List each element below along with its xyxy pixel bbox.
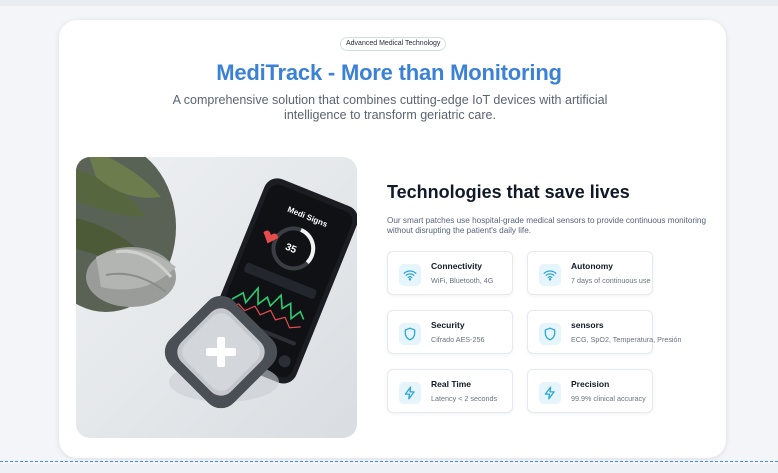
shield-icon [399, 323, 421, 345]
feature-subtitle: Latency < 2 seconds [431, 394, 498, 403]
feature-card-connectivity: Connectivity WiFi, Bluetooth, 4G [387, 251, 513, 295]
lightning-icon [539, 382, 561, 404]
page-title: MediTrack - More than Monitoring [216, 60, 562, 85]
feature-title: Precision [571, 379, 610, 389]
feature-card-autonomy: Autonomy 7 days of continuous use [527, 251, 653, 295]
feature-title: sensors [571, 320, 604, 330]
bottom-bar [0, 464, 778, 473]
technologies-title: Technologies that save lives [387, 182, 630, 202]
feature-title: Connectivity [431, 261, 483, 271]
feature-subtitle: ECG, SpO2, Temperatura, Presión [571, 335, 682, 344]
feature-subtitle: 7 days of continuous use [571, 276, 651, 285]
shield-icon [539, 323, 561, 345]
section-divider [0, 461, 778, 462]
plant-illustration [76, 157, 176, 312]
top-strip [0, 0, 778, 6]
feature-card-precision: Precision 99.9% clinical accuracy [527, 369, 653, 413]
feature-card-real-time: Real Time Latency < 2 seconds [387, 369, 513, 413]
feature-subtitle: WiFi, Bluetooth, 4G [431, 276, 494, 285]
feature-card-security: Security Cifrado AES-256 [387, 310, 513, 354]
feature-card-sensors: sensors ECG, SpO2, Temperatura, Presión [527, 310, 682, 354]
product-photo: Medi Signs 35 [76, 157, 357, 438]
lightning-icon [399, 382, 421, 404]
hero-badge: Advanced Medical Technology [340, 37, 447, 51]
feature-subtitle: Cifrado AES-256 [431, 335, 485, 344]
feature-title: Security [431, 320, 465, 330]
page-subtitle: A comprehensive solution that combines c… [172, 93, 608, 122]
wifi-icon [539, 264, 561, 286]
product-illustration: Medi Signs 35 [76, 157, 357, 409]
feature-title: Autonomy [571, 261, 614, 271]
wifi-icon [399, 264, 421, 286]
feature-title: Real Time [431, 379, 472, 389]
technologies-description: Our smart patches use hospital-grade med… [387, 216, 707, 235]
feature-subtitle: 99.9% clinical accuracy [571, 394, 646, 403]
